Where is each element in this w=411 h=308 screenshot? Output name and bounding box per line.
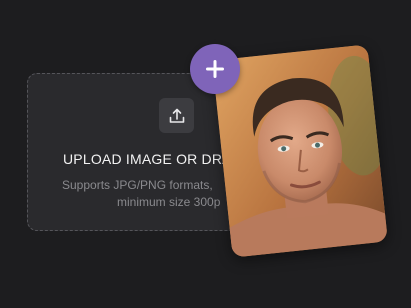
upload-title: UPLOAD IMAGE OR DRA: [63, 151, 232, 167]
upload-formats-text: Supports JPG/PNG formats,: [62, 178, 213, 192]
plus-icon: [206, 60, 224, 78]
upload-size-text: minimum size 300p: [117, 195, 221, 209]
upload-icon: [169, 108, 184, 123]
add-button[interactable]: [190, 44, 240, 94]
upload-icon-button[interactable]: [159, 98, 194, 133]
